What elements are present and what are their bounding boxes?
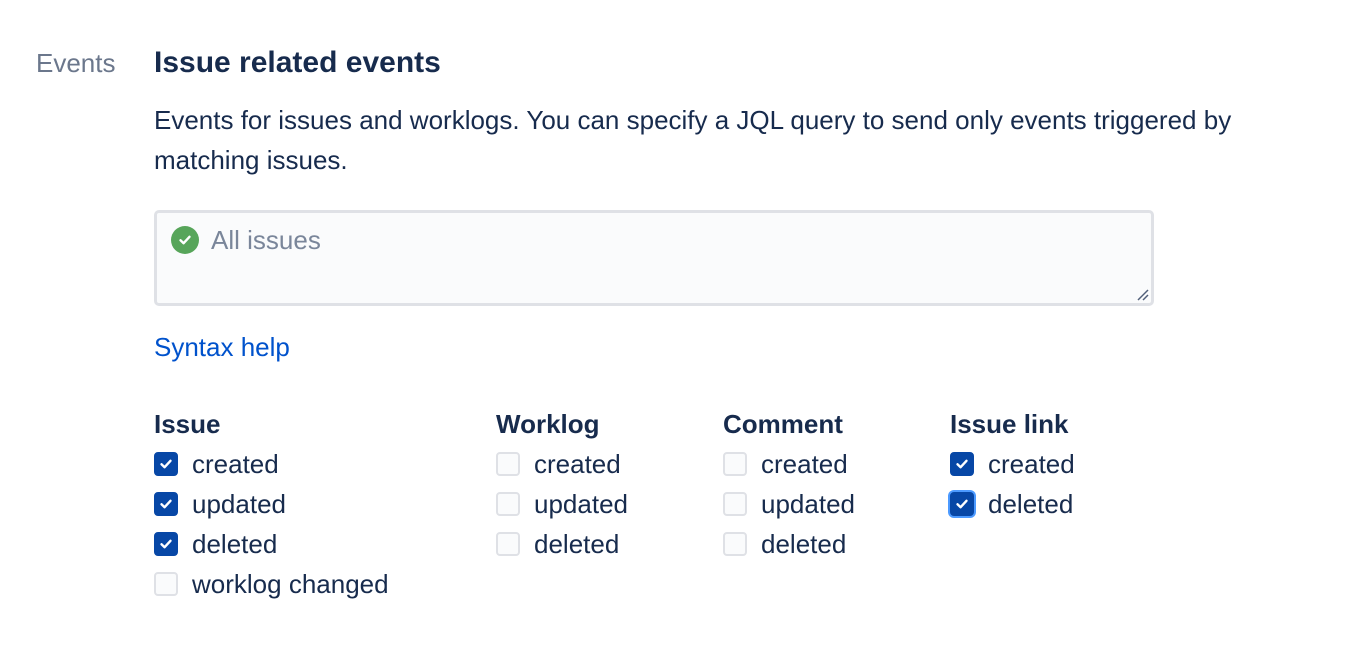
checkbox-icon[interactable] xyxy=(723,492,747,516)
checkbox-label: deleted xyxy=(192,529,278,559)
checkbox-icon[interactable] xyxy=(154,492,178,516)
issue-link-created-checkbox[interactable]: created xyxy=(950,444,1075,484)
jql-query-field[interactable]: All issues xyxy=(154,210,1154,306)
issue-deleted-checkbox[interactable]: deleted xyxy=(154,524,389,564)
checkbox-icon[interactable] xyxy=(496,452,520,476)
worklog-deleted-checkbox[interactable]: deleted xyxy=(496,524,628,564)
checkbox-label: updated xyxy=(192,489,286,519)
group-title: Comment xyxy=(723,409,843,439)
comment-deleted-checkbox[interactable]: deleted xyxy=(723,524,855,564)
section-description: Events for issues and worklogs. You can … xyxy=(154,105,1232,175)
valid-check-icon xyxy=(171,226,199,254)
comment-updated-checkbox[interactable]: updated xyxy=(723,484,855,524)
checkbox-label: deleted xyxy=(988,489,1074,519)
resize-grip-icon[interactable] xyxy=(1135,287,1149,301)
group-title: Issue link xyxy=(950,409,1069,439)
event-checkbox-groups: Issue created updated deleted worklog ch… xyxy=(154,404,1154,624)
checkbox-icon[interactable] xyxy=(723,532,747,556)
checkbox-icon[interactable] xyxy=(950,452,974,476)
section-heading: Issue related events xyxy=(154,46,441,79)
checkbox-label: created xyxy=(192,449,279,479)
section-label: Events xyxy=(36,48,116,78)
group-title: Issue xyxy=(154,409,221,439)
checkbox-label: updated xyxy=(534,489,628,519)
checkbox-label: deleted xyxy=(534,529,620,559)
checkbox-label: worklog changed xyxy=(192,569,389,599)
group-issue: Issue created updated deleted worklog ch… xyxy=(154,404,389,604)
checkbox-icon[interactable] xyxy=(950,492,974,516)
checkbox-label: created xyxy=(534,449,621,479)
group-comment: Comment created updated deleted xyxy=(723,404,855,564)
issue-updated-checkbox[interactable]: updated xyxy=(154,484,389,524)
issue-created-checkbox[interactable]: created xyxy=(154,444,389,484)
checkbox-icon[interactable] xyxy=(154,532,178,556)
checkbox-icon[interactable] xyxy=(496,492,520,516)
syntax-help-link[interactable]: Syntax help xyxy=(154,330,290,364)
worklog-created-checkbox[interactable]: created xyxy=(496,444,628,484)
checkbox-label: updated xyxy=(761,489,855,519)
checkbox-icon[interactable] xyxy=(154,452,178,476)
comment-created-checkbox[interactable]: created xyxy=(723,444,855,484)
issue-events-section: Issue related events Events for issues a… xyxy=(154,44,1334,364)
worklog-updated-checkbox[interactable]: updated xyxy=(496,484,628,524)
checkbox-icon[interactable] xyxy=(723,452,747,476)
checkbox-label: created xyxy=(761,449,848,479)
issue-worklog-changed-checkbox[interactable]: worklog changed xyxy=(154,564,389,604)
issue-link-deleted-checkbox[interactable]: deleted xyxy=(950,484,1075,524)
checkbox-icon[interactable] xyxy=(154,572,178,596)
checkbox-icon[interactable] xyxy=(496,532,520,556)
checkbox-label: deleted xyxy=(761,529,847,559)
jql-query-text[interactable]: All issues xyxy=(211,223,321,257)
group-worklog: Worklog created updated deleted xyxy=(496,404,628,564)
group-issue-link: Issue link created deleted xyxy=(950,404,1075,524)
checkbox-label: created xyxy=(988,449,1075,479)
group-title: Worklog xyxy=(496,409,600,439)
